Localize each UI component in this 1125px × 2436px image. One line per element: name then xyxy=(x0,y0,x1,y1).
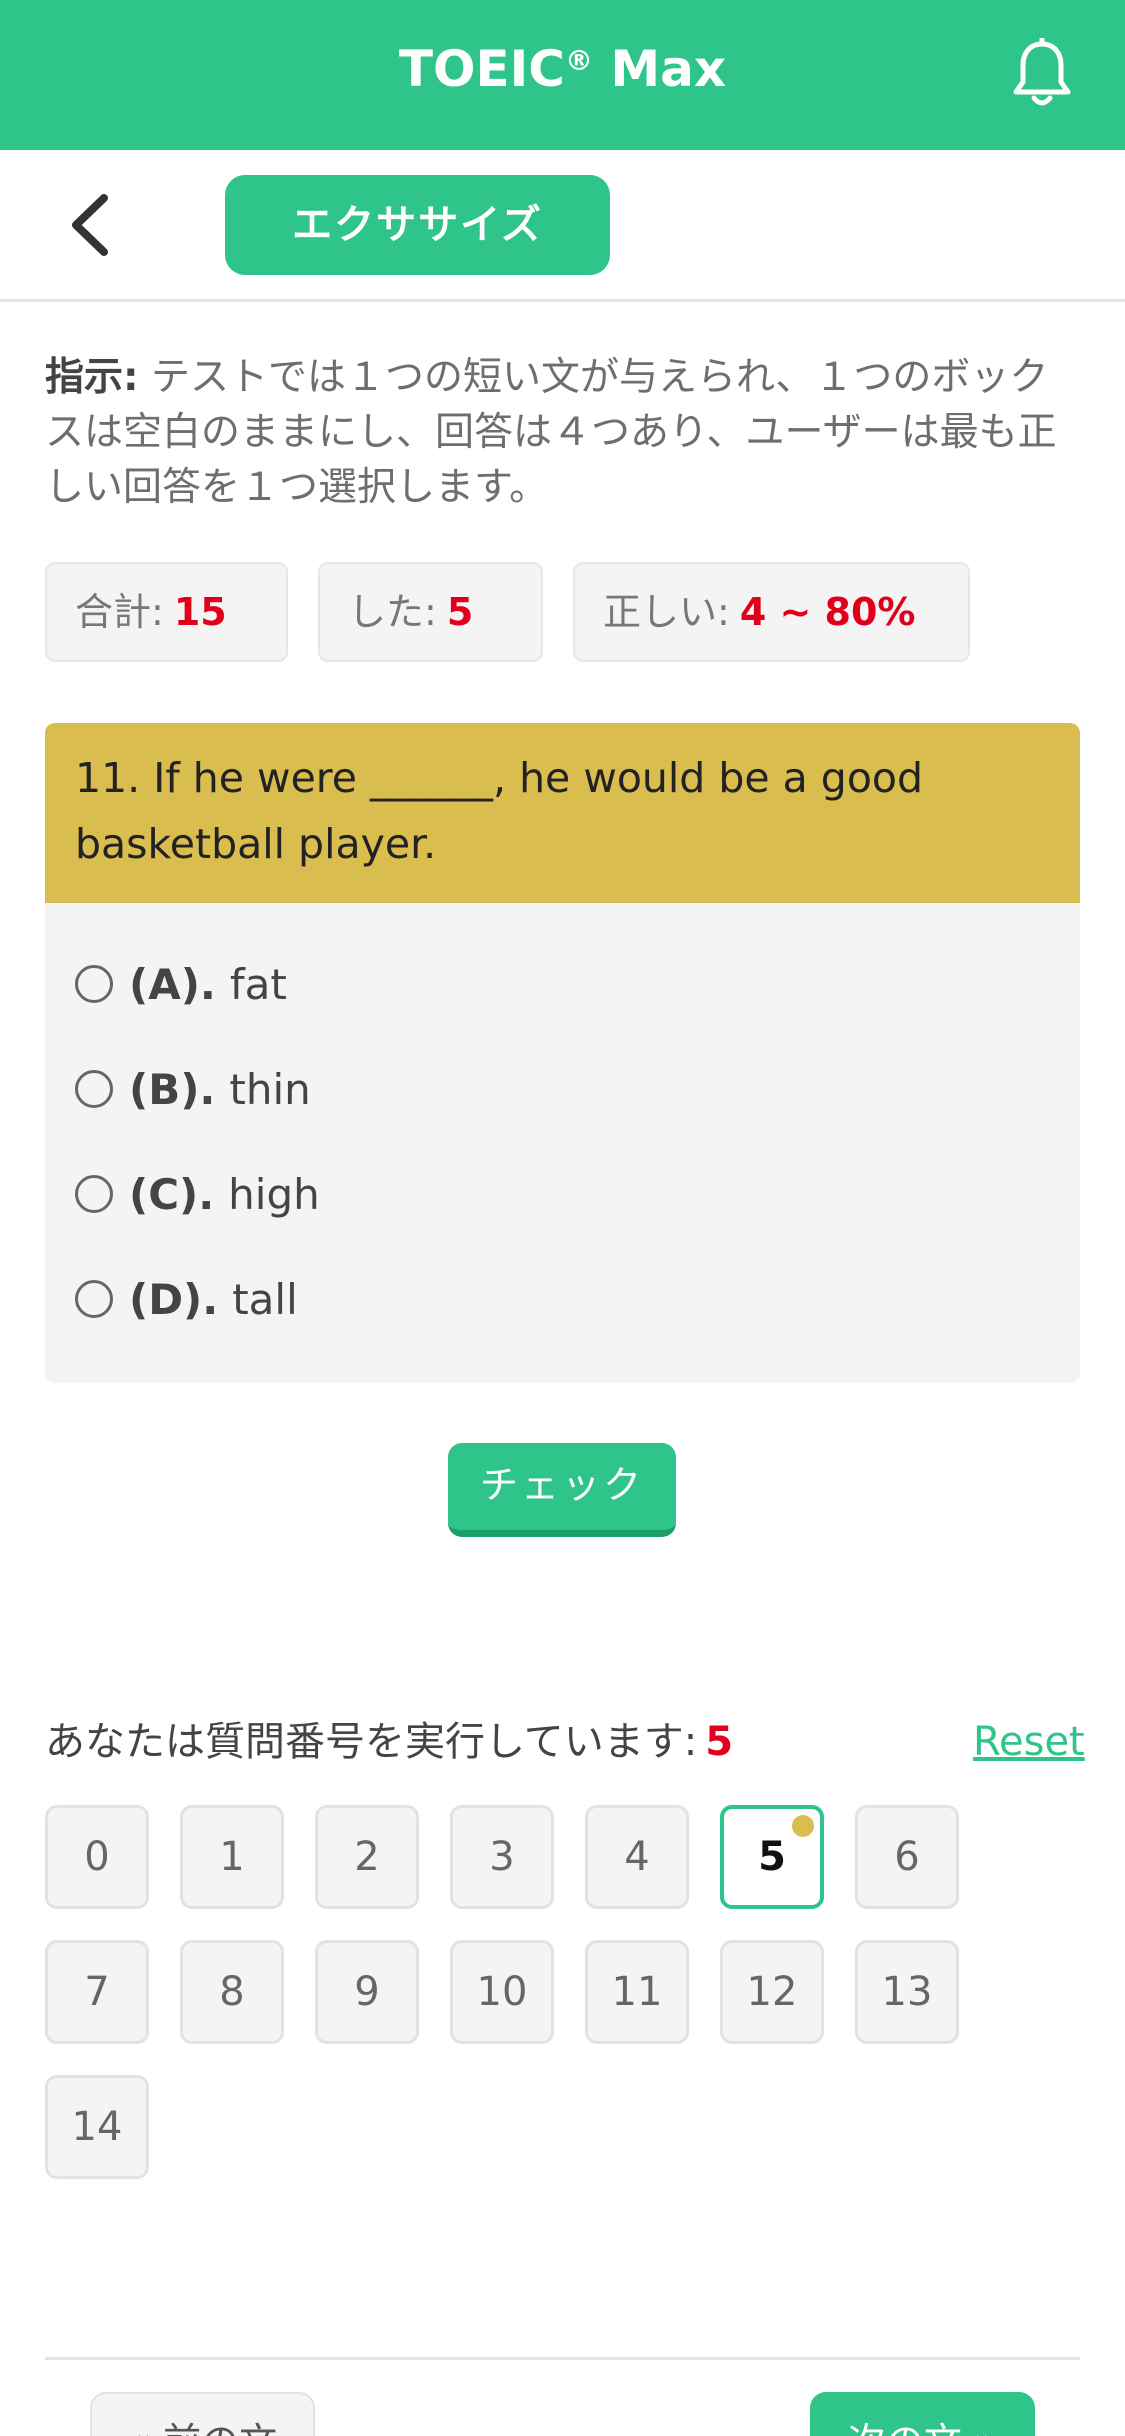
option-key: (D). xyxy=(129,1275,219,1324)
option-b[interactable]: (B). thin xyxy=(75,1060,311,1120)
question-number-button[interactable]: 10 xyxy=(450,1940,554,2044)
question-number-button[interactable]: 8 xyxy=(180,1940,284,2044)
stat-total-label: 合計: xyxy=(75,590,164,634)
option-c[interactable]: (C). high xyxy=(75,1165,320,1225)
instructions: 指示: テストでは１つの短い文が与えられ、１つのボックスは空白のままにし、回答は… xyxy=(45,350,1075,515)
instructions-text: テストでは１つの短い文が与えられ、１つのボックスは空白のままにし、回答は４つあり… xyxy=(45,355,1057,510)
option-key: (A). xyxy=(129,960,216,1009)
sub-header: エクササイズ xyxy=(0,150,1125,302)
answered-indicator xyxy=(792,1815,814,1837)
stat-done-value: 5 xyxy=(446,590,474,634)
question-number-button[interactable]: 2 xyxy=(315,1805,419,1909)
option-key: (C). xyxy=(129,1170,215,1219)
current-question-status: あなたは質問番号を実行しています: 5 xyxy=(45,1712,733,1772)
question-number-button[interactable]: 11 xyxy=(585,1940,689,2044)
stat-done-label: した: xyxy=(348,590,437,634)
current-question-number: 5 xyxy=(705,1719,734,1765)
question-number-button[interactable]: 1 xyxy=(180,1805,284,1909)
stat-done: した: 5 xyxy=(318,562,543,662)
check-button[interactable]: チェック xyxy=(448,1443,676,1537)
option-text: tall xyxy=(232,1275,298,1324)
stat-correct: 正しい: 4 ~ 80% xyxy=(573,562,970,662)
prev-sentence-button[interactable]: « 前の文 xyxy=(90,2392,315,2436)
reset-link[interactable]: Reset xyxy=(973,1712,1085,1772)
question-number-button[interactable]: 4 xyxy=(585,1805,689,1909)
option-d[interactable]: (D). tall xyxy=(75,1270,298,1330)
question-number-label: 5 xyxy=(758,1834,786,1880)
question-number-button[interactable]: 13 xyxy=(855,1940,959,2044)
radio-button[interactable] xyxy=(75,1069,113,1108)
stat-correct-value: 4 ~ 80% xyxy=(739,590,916,634)
option-text: thin xyxy=(229,1065,311,1114)
registered-mark: ® xyxy=(564,44,593,77)
option-text: fat xyxy=(229,960,287,1009)
question-number-button[interactable]: 7 xyxy=(45,1940,149,2044)
question-number-button[interactable]: 12 xyxy=(720,1940,824,2044)
question-number-button-current[interactable]: 5 xyxy=(720,1805,824,1909)
running-label: あなたは質問番号を実行しています: xyxy=(45,1719,698,1765)
bell-icon[interactable] xyxy=(1010,38,1074,110)
question-number-button[interactable]: 14 xyxy=(45,2075,149,2179)
option-a[interactable]: (A). fat xyxy=(75,955,287,1015)
app-title: TOEIC® Max xyxy=(0,40,1125,98)
option-key: (B). xyxy=(129,1065,216,1114)
question-text: 11. If he were ______, he would be a goo… xyxy=(45,723,1080,903)
app-header: TOEIC® Max xyxy=(0,0,1125,150)
question-number-button[interactable]: 0 xyxy=(45,1805,149,1909)
radio-button[interactable] xyxy=(75,1279,113,1318)
question-number-button[interactable]: 3 xyxy=(450,1805,554,1909)
instructions-label: 指示: xyxy=(45,355,139,400)
app-title-text: TOEIC xyxy=(398,40,565,98)
next-sentence-button[interactable]: 次の文 » xyxy=(810,2392,1035,2436)
radio-button[interactable] xyxy=(75,964,113,1003)
option-text: high xyxy=(228,1170,320,1219)
question-number-button[interactable]: 9 xyxy=(315,1940,419,2044)
stat-correct-label: 正しい: xyxy=(603,590,730,634)
stat-total: 合計: 15 xyxy=(45,562,288,662)
question-number-button[interactable]: 6 xyxy=(855,1805,959,1909)
app-title-suffix: Max xyxy=(592,40,727,98)
answer-options: (A). fat (B). thin (C). high (D). tall xyxy=(45,903,1080,1383)
chevron-left-icon[interactable] xyxy=(62,190,122,260)
radio-button[interactable] xyxy=(75,1174,113,1213)
stat-total-value: 15 xyxy=(173,590,227,634)
tab-exercise[interactable]: エクササイズ xyxy=(225,175,610,275)
footer-divider xyxy=(45,2357,1080,2360)
